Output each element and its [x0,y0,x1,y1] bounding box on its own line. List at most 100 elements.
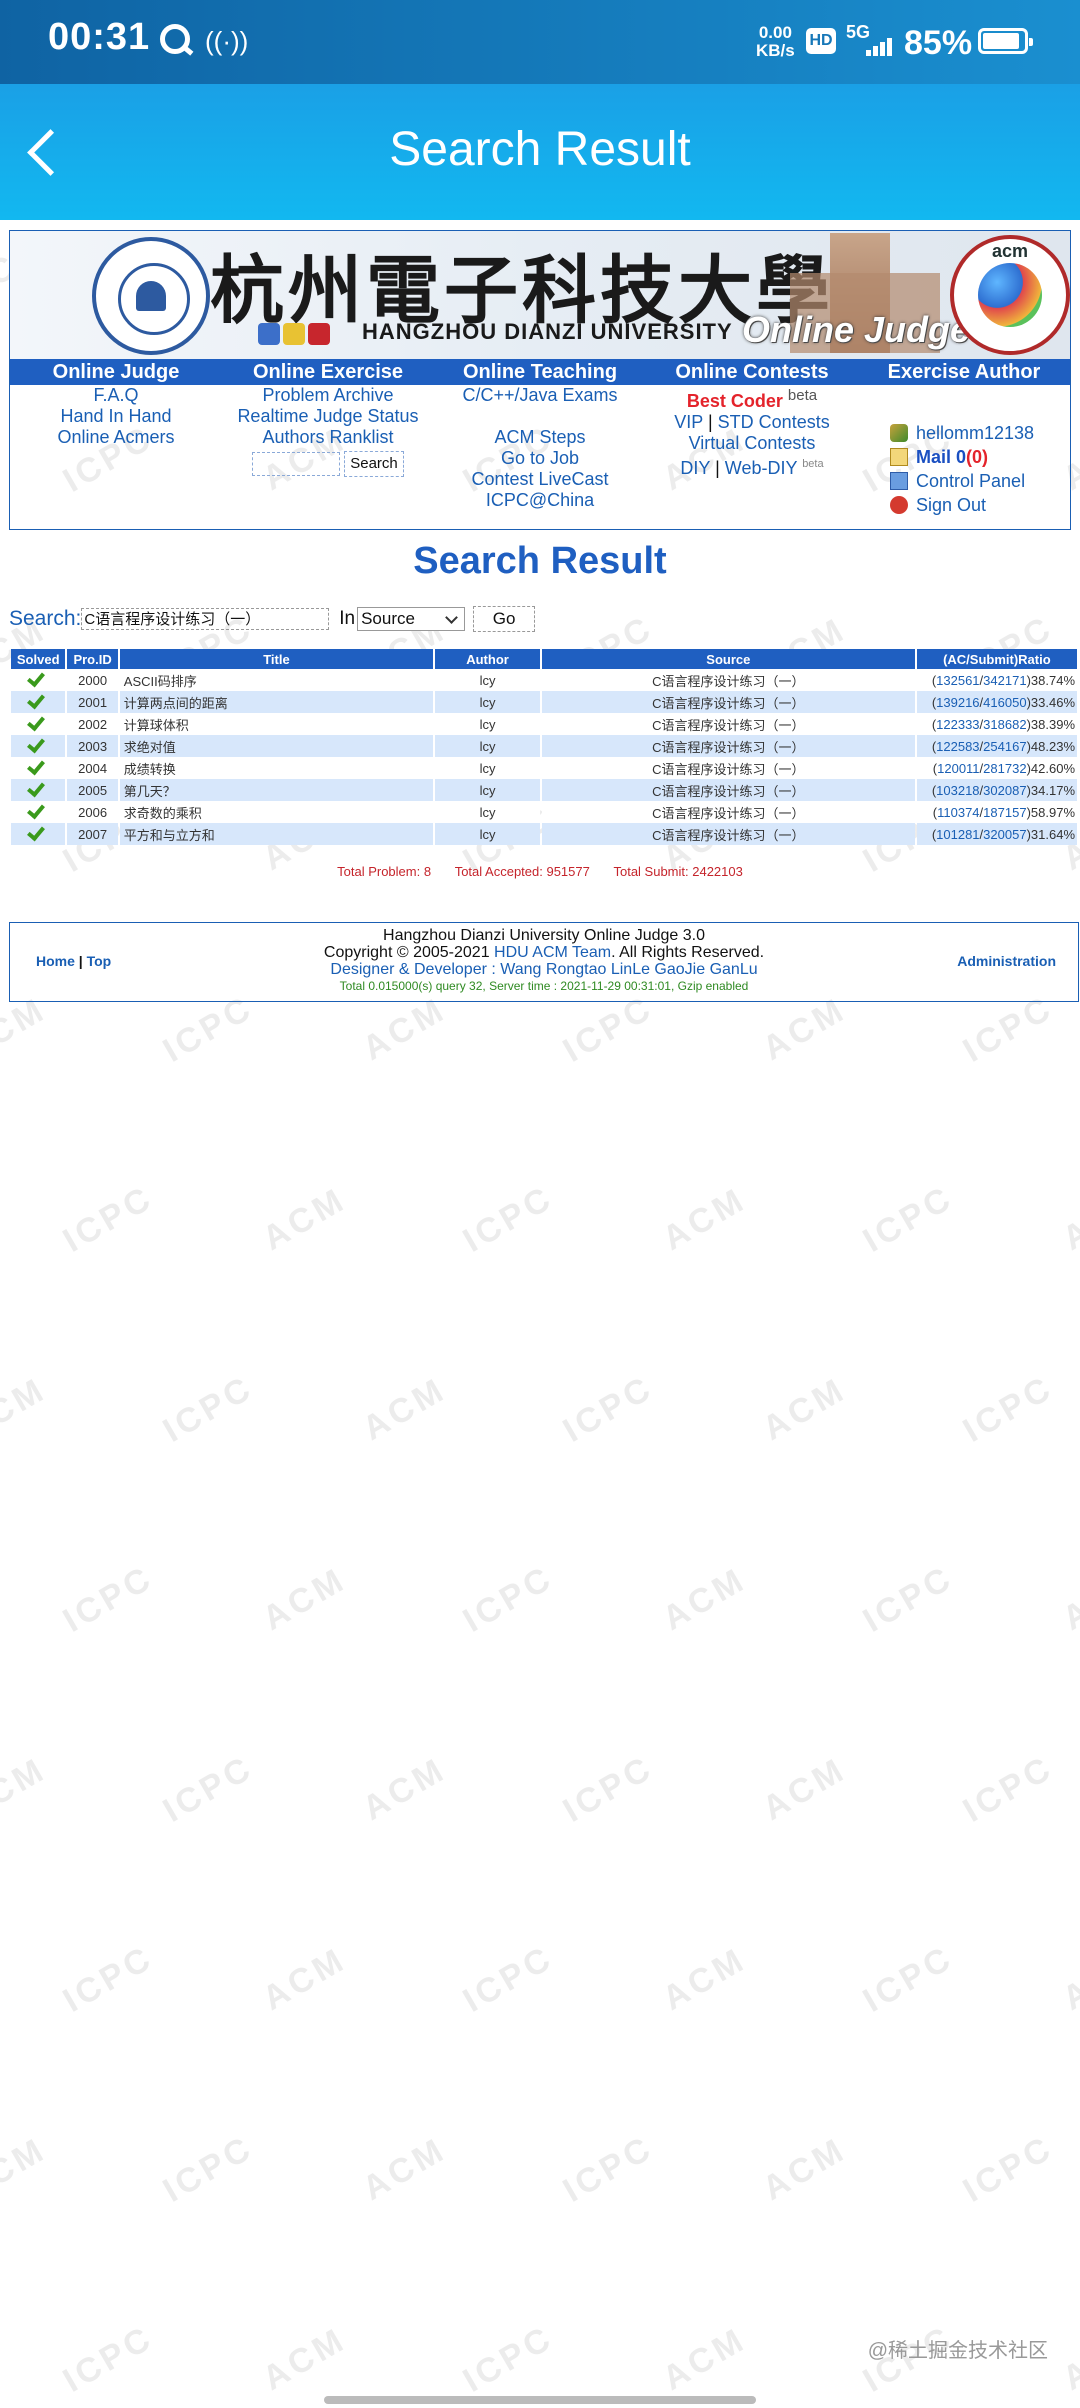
problem-search: Search [252,451,404,477]
submit-count-link[interactable]: 416050 [983,695,1026,710]
submit-count-link[interactable]: 320057 [983,827,1026,842]
col-source: Source [541,649,915,669]
problem-id: 2002 [67,713,118,735]
problem-title-link[interactable]: 第几天？ [119,779,434,801]
link-diy[interactable]: DIY | Web-DIY beta [646,454,858,479]
problem-title-link[interactable]: 求奇数的乘积 [119,801,434,823]
problem-search-input[interactable] [252,452,340,476]
menu-online-judge: F.A.Q Hand In Hand Online Acmers [10,385,222,448]
footer-admin-link[interactable]: Administration [957,953,1056,969]
ac-count-link[interactable]: 139216 [936,695,979,710]
status-bar: 00:31 ((·)) 0.00 KB/s HD 5G 85% [0,0,1080,84]
source-link[interactable]: C语言程序设计练习（一） [541,757,915,779]
status-time: 00:31 [48,16,151,58]
link-icpc-china[interactable]: ICPC@China [434,490,646,511]
link-std-contests[interactable]: STD Contests [718,412,830,432]
totals-line: Total Problem: 8 Total Accepted: 951577 … [0,864,1080,879]
link-authors-ranklist[interactable]: Authors Ranklist [222,427,434,448]
table-row: 2000 ASCII码排序 lcy C语言程序设计练习（一） (132561/34217… [11,669,1077,691]
go-button[interactable]: Go [473,606,536,632]
link-contest-livecast[interactable]: Contest LiveCast [434,469,646,490]
sign-out-link[interactable]: Sign Out [890,493,1034,517]
problem-title-link[interactable]: 计算两点间的距离 [119,691,434,713]
app-bar-title: Search Result [389,123,691,176]
university-logo [92,237,210,355]
site-footer: Home | Top Hangzhou Dianzi University On… [9,922,1079,1002]
battery-percent: 85% [904,24,973,62]
table-row: 2004 成绩转换 lcy C语言程序设计练习（一） (120011/281732)42… [11,757,1077,779]
solved-cell [11,823,66,845]
author-link[interactable]: lcy [435,691,540,713]
ac-count-link[interactable]: 122583 [936,739,979,754]
source-link[interactable]: C语言程序设计练习（一） [541,735,915,757]
ac-count-link[interactable]: 103218 [936,783,979,798]
watermark-text: ACM [256,2320,353,2398]
source-link[interactable]: C语言程序设计练习（一） [541,779,915,801]
submit-count-link[interactable]: 187157 [983,805,1026,820]
check-icon [29,827,47,839]
search-input[interactable]: C语言程序设计练习（一） [81,608,330,630]
watermark-text: ACM [356,990,453,1068]
author-link[interactable]: lcy [435,757,540,779]
search-field-select[interactable]: Source [357,607,466,631]
link-hand-in-hand[interactable]: Hand In Hand [10,406,222,427]
problem-search-button[interactable]: Search [344,451,404,477]
link-best-coder[interactable]: Best Coder beta [646,385,858,412]
problem-title-link[interactable]: 平方和与立方和 [119,823,434,845]
link-faq[interactable]: F.A.Q [10,385,222,406]
solved-cell [11,757,66,779]
problem-title-link[interactable]: 求绝对值 [119,735,434,757]
watermark-text: ACM [1056,1180,1080,1258]
app-bar: Search Result [0,84,1080,220]
source-link[interactable]: C语言程序设计练习（一） [541,691,915,713]
author-link[interactable]: lcy [435,801,540,823]
link-vip[interactable]: VIP [674,412,703,432]
table-row: 2001 计算两点间的距离 lcy C语言程序设计练习（一） (139216/41605… [11,691,1077,713]
source-link[interactable]: C语言程序设计练习（一） [541,823,915,845]
link-virtual-contests[interactable]: Virtual Contests [646,433,858,454]
table-row: 2005 第几天？ lcy C语言程序设计练习（一） (103218/302087)34… [11,779,1077,801]
problem-title-link[interactable]: 计算球体积 [119,713,434,735]
link-online-acmers[interactable]: Online Acmers [10,427,222,448]
control-panel-link[interactable]: Control Panel [890,469,1034,493]
link-problem-archive[interactable]: Problem Archive [222,385,434,406]
author-link[interactable]: lcy [435,713,540,735]
ac-count-link[interactable]: 110374 [937,805,979,820]
gesture-handle[interactable] [324,2396,756,2404]
link-realtime-judge-status[interactable]: Realtime Judge Status [222,406,434,427]
submit-count-link[interactable]: 302087 [983,783,1026,798]
submit-count-link[interactable]: 254167 [983,739,1026,754]
banner-en-title: HANGZHOU DIANZI UNIVERSITY [362,319,733,344]
ac-count-link[interactable]: 122333 [936,717,979,732]
ac-count-link[interactable]: 132561 [936,673,979,688]
link-acm-steps[interactable]: ACM Steps [434,427,646,448]
source-link[interactable]: C语言程序设计练习（一） [541,669,915,691]
author-link[interactable]: lcy [435,735,540,757]
table-header-row: Solved Pro.ID Title Author Source (AC/Su… [11,649,1077,669]
mail-link[interactable]: Mail 0(0) [890,445,1034,469]
watermark-text: ICPC [456,1938,560,2020]
link-exams[interactable]: C/C++/Java Exams [434,385,646,406]
source-link[interactable]: C语言程序设计练习（一） [541,801,915,823]
footer-team-link[interactable]: HDU ACM Team [494,944,611,961]
problem-title-link[interactable]: 成绩转换 [119,757,434,779]
ac-count-link[interactable]: 120011 [937,761,979,776]
submit-count-link[interactable]: 342171 [983,673,1026,688]
mail-icon [890,448,908,466]
author-link[interactable]: lcy [435,669,540,691]
watermark-text: ICPC [856,1938,960,2020]
watermark-text: ACM [756,1750,853,1828]
link-go-to-job[interactable]: Go to Job [434,448,646,469]
submit-count-link[interactable]: 318682 [983,717,1026,732]
ac-count-link[interactable]: 101281 [936,827,979,842]
user-link[interactable]: hellomm12138 [890,421,1034,445]
nav-online-judge: Online Judge [52,361,180,383]
source-link[interactable]: C语言程序设计练习（一） [541,713,915,735]
watermark-text: ACM [656,1180,753,1258]
author-link[interactable]: lcy [435,779,540,801]
author-link[interactable]: lcy [435,823,540,845]
link-vip-std[interactable]: VIP | STD Contests [646,412,858,433]
submit-count-link[interactable]: 281732 [983,761,1026,776]
hd-badge: HD [806,28,836,54]
problem-title-link[interactable]: ASCII码排序 [119,669,434,691]
